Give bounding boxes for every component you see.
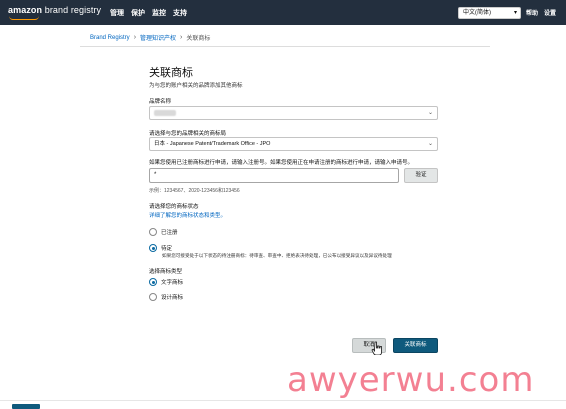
- nav-item-manage[interactable]: 管理: [110, 8, 124, 18]
- breadcrumb-home[interactable]: Brand Registry: [90, 35, 130, 41]
- nav-item-support[interactable]: 支持: [173, 8, 187, 18]
- radio-pending[interactable]: [149, 244, 157, 252]
- footer-button-stub[interactable]: [12, 404, 40, 409]
- radio-design-mark[interactable]: [149, 293, 157, 301]
- page-title: 关联商标: [149, 67, 193, 79]
- type-option-design[interactable]: 设计商标: [149, 293, 183, 301]
- example-hint: 示例：1234567、2020-123456和123456: [149, 188, 240, 194]
- status-option-registered[interactable]: 已注册: [149, 228, 178, 236]
- amazon-smile-icon: [9, 16, 39, 20]
- number-label: 如果您使用已注册商标进行申请，请输入注册号。如果您使用正在申请注册的商标进行申请…: [149, 160, 414, 166]
- office-select[interactable]: 日本 - Japanese Patent/Trademark Office - …: [149, 137, 438, 151]
- trademark-number-input[interactable]: *: [149, 168, 399, 183]
- status-option-label: 已注册: [161, 230, 178, 236]
- status-option-pending[interactable]: 待定: [149, 244, 172, 252]
- main-nav: 管理 保护 监控 支持: [110, 8, 187, 18]
- breadcrumb-section[interactable]: 管理知识产权: [140, 33, 176, 42]
- status-help-link[interactable]: 详细了解您的商标状态和类型。: [149, 211, 226, 219]
- logo-text-bold: amazon: [8, 5, 43, 15]
- logo-text-rest: brand registry: [42, 5, 102, 15]
- chevron-down-icon: ▾: [513, 10, 517, 16]
- trademark-number-value: *: [154, 172, 157, 178]
- status-option-label: 待定: [161, 246, 173, 252]
- type-option-label: 设计商标: [161, 295, 184, 301]
- radio-registered[interactable]: [149, 228, 157, 236]
- brand-label: 品牌名称: [149, 99, 172, 105]
- type-option-label: 文字商标: [161, 280, 184, 286]
- help-link[interactable]: 帮助: [526, 8, 538, 17]
- nav-item-protect[interactable]: 保护: [131, 8, 145, 18]
- brand-select[interactable]: ⌄: [149, 106, 438, 120]
- chevron-right-icon: ›: [180, 34, 183, 41]
- chevron-right-icon: ›: [133, 34, 137, 41]
- watermark: awyerwu.com: [287, 360, 535, 400]
- divider: [0, 400, 566, 401]
- link-trademark-button[interactable]: 关联商标: [393, 338, 438, 353]
- top-navigation-bar: amazon brand registry 管理 保护 监控 支持 中文(简体)…: [0, 0, 566, 25]
- language-select[interactable]: 中文(简体) ▾: [458, 7, 521, 19]
- language-value: 中文(简体): [463, 10, 491, 16]
- status-label: 请选择您的商标状态: [149, 204, 199, 210]
- amazon-brand-registry-logo[interactable]: amazon brand registry: [8, 5, 101, 21]
- brand-value-redacted: [154, 110, 176, 116]
- type-label: 选择商标类型: [149, 269, 183, 275]
- pending-description: 如果您可接受处于以下状态的待注册商标：待审查、审查中、拒绝表决待处理，已公布以接…: [162, 253, 392, 258]
- chevron-down-icon: ⌄: [427, 141, 433, 147]
- page-subtitle: 为与您的账户相关的品牌添加其他商标: [149, 83, 243, 89]
- hand-cursor-icon: [371, 341, 382, 355]
- breadcrumb: Brand Registry › 管理知识产权 › 关联商标: [90, 33, 210, 42]
- divider: [80, 46, 490, 47]
- type-option-word[interactable]: 文字商标: [149, 278, 183, 286]
- office-label: 请选择与您的品牌相关的商标局: [149, 131, 227, 137]
- verify-button[interactable]: 验证: [404, 168, 438, 183]
- chevron-down-icon: ⌄: [427, 110, 433, 116]
- nav-item-monitor[interactable]: 监控: [152, 8, 166, 18]
- radio-word-mark[interactable]: [149, 278, 157, 286]
- breadcrumb-current: 关联商标: [186, 36, 211, 42]
- office-value: 日本 - Japanese Patent/Trademark Office - …: [154, 141, 271, 147]
- settings-link[interactable]: 设置: [544, 8, 556, 17]
